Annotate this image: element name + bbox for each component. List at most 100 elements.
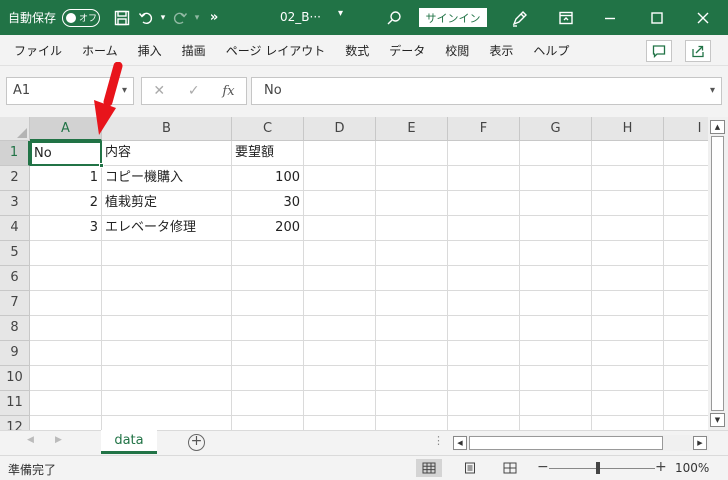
tab-page-layout[interactable]: ページ レイアウト xyxy=(216,42,336,59)
empty-cell[interactable] xyxy=(30,416,102,430)
empty-cell[interactable] xyxy=(102,391,232,416)
empty-cell[interactable] xyxy=(592,341,664,366)
formula-input[interactable]: No ▾ xyxy=(251,77,722,105)
cell-a1[interactable]: No xyxy=(30,141,102,166)
tab-help[interactable]: ヘルプ xyxy=(523,42,579,59)
scroll-right-icon[interactable]: ▶ xyxy=(693,436,707,450)
maximize-icon[interactable] xyxy=(645,6,669,30)
empty-cell[interactable] xyxy=(304,166,376,191)
column-header-h[interactable]: H xyxy=(592,117,664,141)
sheet-tab-data[interactable]: data xyxy=(101,430,157,454)
empty-cell[interactable] xyxy=(376,266,448,291)
column-header-c[interactable]: C xyxy=(232,117,304,141)
empty-cell[interactable] xyxy=(448,341,520,366)
tab-file[interactable]: ファイル xyxy=(0,42,72,59)
empty-cell[interactable] xyxy=(664,141,708,166)
row-header-4[interactable]: 4 xyxy=(0,216,30,241)
tab-home[interactable]: ホーム xyxy=(72,42,128,59)
file-name-dropdown-icon[interactable]: ▾ xyxy=(338,8,343,19)
more-commands-icon[interactable]: » xyxy=(202,6,226,30)
empty-cell[interactable] xyxy=(376,316,448,341)
share-button[interactable] xyxy=(685,40,711,62)
zoom-out-icon[interactable]: − xyxy=(537,459,549,475)
cell-c4[interactable]: 200 xyxy=(232,216,304,241)
zoom-level[interactable]: 100% xyxy=(675,461,709,475)
empty-cell[interactable] xyxy=(448,166,520,191)
scroll-up-icon[interactable]: ▲ xyxy=(710,120,725,134)
ribbon-display-options-icon[interactable] xyxy=(554,6,578,30)
empty-cell[interactable] xyxy=(520,216,592,241)
scroll-down-icon[interactable]: ▼ xyxy=(710,413,725,427)
empty-cell[interactable] xyxy=(304,191,376,216)
cell-c3[interactable]: 30 xyxy=(232,191,304,216)
tab-insert[interactable]: 挿入 xyxy=(128,42,172,59)
empty-cell[interactable] xyxy=(664,316,708,341)
empty-cell[interactable] xyxy=(102,241,232,266)
row-header-5[interactable]: 5 xyxy=(0,241,30,266)
empty-cell[interactable] xyxy=(592,366,664,391)
empty-cell[interactable] xyxy=(304,291,376,316)
empty-cell[interactable] xyxy=(664,366,708,391)
empty-cell[interactable] xyxy=(304,416,376,430)
empty-cell[interactable] xyxy=(304,391,376,416)
empty-cell[interactable] xyxy=(376,216,448,241)
empty-cell[interactable] xyxy=(232,341,304,366)
row-header-6[interactable]: 6 xyxy=(0,266,30,291)
minimize-icon[interactable] xyxy=(598,6,622,30)
cell-b4[interactable]: エレベータ修理 xyxy=(102,216,232,241)
close-icon[interactable] xyxy=(691,6,715,30)
empty-cell[interactable] xyxy=(664,216,708,241)
empty-cell[interactable] xyxy=(520,291,592,316)
empty-cell[interactable] xyxy=(304,266,376,291)
empty-cell[interactable] xyxy=(30,366,102,391)
empty-cell[interactable] xyxy=(232,366,304,391)
tab-review[interactable]: 校閲 xyxy=(435,42,479,59)
row-header-7[interactable]: 7 xyxy=(0,291,30,316)
empty-cell[interactable] xyxy=(30,391,102,416)
zoom-slider[interactable] xyxy=(549,468,655,469)
horizontal-scroll-thumb[interactable] xyxy=(469,436,663,450)
row-header-2[interactable]: 2 xyxy=(0,166,30,191)
empty-cell[interactable] xyxy=(376,191,448,216)
empty-cell[interactable] xyxy=(592,141,664,166)
empty-cell[interactable] xyxy=(592,166,664,191)
cell-b1[interactable]: 内容 xyxy=(102,141,232,166)
empty-cell[interactable] xyxy=(304,241,376,266)
cell-b2[interactable]: コピー機購入 xyxy=(102,166,232,191)
empty-cell[interactable] xyxy=(664,191,708,216)
empty-cell[interactable] xyxy=(232,416,304,430)
undo-icon[interactable] xyxy=(134,6,158,30)
empty-cell[interactable] xyxy=(520,366,592,391)
empty-cell[interactable] xyxy=(448,191,520,216)
empty-cell[interactable] xyxy=(520,191,592,216)
empty-cell[interactable] xyxy=(664,416,708,430)
empty-cell[interactable] xyxy=(592,191,664,216)
empty-cell[interactable] xyxy=(448,316,520,341)
empty-cell[interactable] xyxy=(664,166,708,191)
row-header-8[interactable]: 8 xyxy=(0,316,30,341)
tab-view[interactable]: 表示 xyxy=(479,42,523,59)
empty-cell[interactable] xyxy=(448,266,520,291)
empty-cell[interactable] xyxy=(102,416,232,430)
empty-cell[interactable] xyxy=(304,366,376,391)
zoom-slider-knob[interactable] xyxy=(596,462,600,474)
comments-button[interactable] xyxy=(646,40,672,62)
vertical-scroll-thumb[interactable] xyxy=(711,136,724,411)
empty-cell[interactable] xyxy=(520,166,592,191)
pen-icon[interactable] xyxy=(508,6,532,30)
empty-cell[interactable] xyxy=(376,366,448,391)
row-header-12[interactable]: 12 xyxy=(0,416,30,430)
empty-cell[interactable] xyxy=(592,216,664,241)
column-header-f[interactable]: F xyxy=(448,117,520,141)
empty-cell[interactable] xyxy=(30,341,102,366)
undo-dropdown-icon[interactable]: ▾ xyxy=(158,6,168,30)
empty-cell[interactable] xyxy=(30,316,102,341)
empty-cell[interactable] xyxy=(592,391,664,416)
empty-cell[interactable] xyxy=(376,241,448,266)
tab-draw[interactable]: 描画 xyxy=(172,42,216,59)
insert-function-button[interactable]: fx xyxy=(222,84,234,99)
empty-cell[interactable] xyxy=(232,266,304,291)
empty-cell[interactable] xyxy=(102,316,232,341)
signin-button[interactable]: サインイン xyxy=(419,8,487,27)
empty-cell[interactable] xyxy=(376,416,448,430)
